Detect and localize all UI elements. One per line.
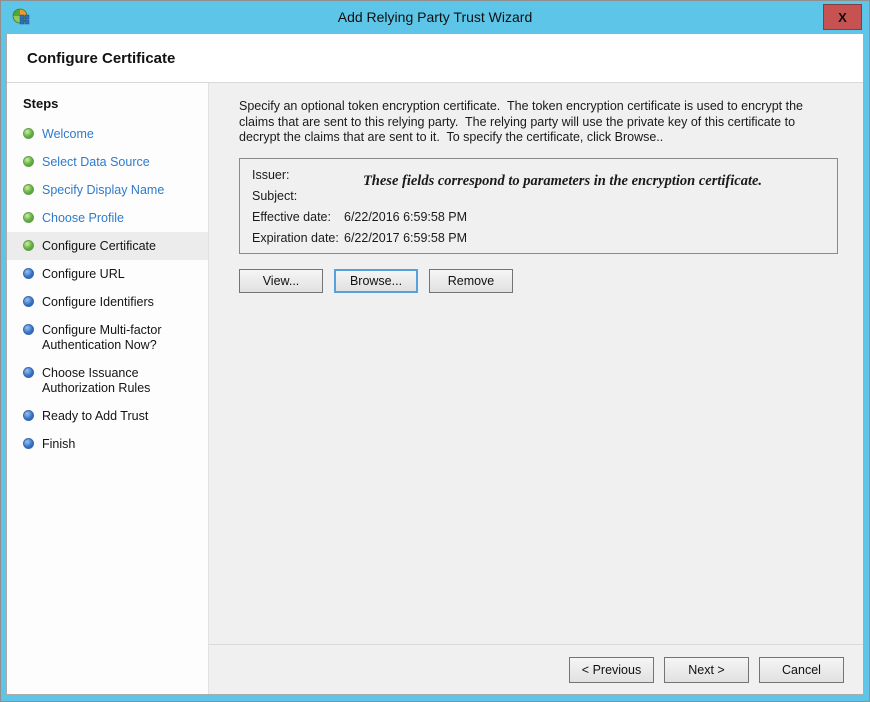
browse-button[interactable]: Browse... [334,269,418,293]
step-label: Configure Certificate [42,239,156,254]
steps-sidebar: Steps Welcome Select Data Source Specify D… [7,83,209,694]
certificate-field-effective-date: Effective date:6/22/2016 6:59:58 PM [252,207,829,228]
step-status-icon [23,240,34,251]
close-button[interactable]: X [823,4,862,30]
field-value: 6/22/2017 6:59:58 PM [344,231,829,245]
step-label: Select Data Source [42,155,150,170]
sidebar-step-configure-identifiers: Configure Identifiers [7,288,208,316]
step-label: Configure Multi-factor Authentication No… [42,323,202,353]
step-label: Specify Display Name [42,183,164,198]
annotation-text: These fields correspond to parameters in… [296,173,829,190]
main-panel: Specify an optional token encryption cer… [209,83,863,694]
sidebar-step-welcome[interactable]: Welcome [7,120,208,148]
remove-button[interactable]: Remove [429,269,513,293]
certificate-actions: View... Browse... Remove [239,269,843,293]
wizard-body: Configure Certificate Steps Welcome Selec… [6,33,864,695]
page-title: Configure Certificate [27,50,175,67]
cancel-button[interactable]: Cancel [759,657,844,683]
footer-bar: < Previous Next > Cancel [209,644,863,694]
step-label: Welcome [42,127,94,142]
sidebar-step-specify-display-name[interactable]: Specify Display Name [7,176,208,204]
sidebar-step-choose-issuance-authorization-rules: Choose Issuance Authorization Rules [7,359,208,402]
sidebar-step-finish: Finish [7,430,208,458]
step-status-icon [23,324,34,335]
step-label: Choose Issuance Authorization Rules [42,366,202,396]
sidebar-step-choose-profile[interactable]: Choose Profile [7,204,208,232]
step-status-icon [23,296,34,307]
sidebar-step-select-data-source[interactable]: Select Data Source [7,148,208,176]
field-label: Subject: [252,189,344,203]
page-content: Specify an optional token encryption cer… [209,83,863,644]
steps-list: Welcome Select Data Source Specify Display… [7,120,208,458]
page-header: Configure Certificate [7,34,863,83]
wizard-window: Add Relying Party Trust Wizard X Configu… [0,0,870,702]
sidebar-step-configure-url: Configure URL [7,260,208,288]
sidebar-step-configure-certificate: Configure Certificate [7,232,208,260]
step-status-icon [23,184,34,195]
close-icon: X [838,10,847,25]
step-status-icon [23,212,34,223]
sidebar-step-configure-multi-factor-authentication-now: Configure Multi-factor Authentication No… [7,316,208,359]
step-status-icon [23,156,34,167]
certificate-field-expiration-date: Expiration date:6/22/2017 6:59:58 PM [252,228,829,249]
sidebar-step-ready-to-add-trust: Ready to Add Trust [7,402,208,430]
step-status-icon [23,268,34,279]
step-status-icon [23,367,34,378]
view-button[interactable]: View... [239,269,323,293]
field-value: 6/22/2016 6:59:58 PM [344,210,829,224]
field-label: Effective date: [252,210,344,224]
window-title: Add Relying Party Trust Wizard [6,9,864,25]
step-status-icon [23,128,34,139]
step-status-icon [23,410,34,421]
step-status-icon [23,438,34,449]
step-label: Ready to Add Trust [42,409,148,424]
instruction-text: Specify an optional token encryption cer… [239,99,825,146]
steps-heading: Steps [7,92,208,120]
next-button[interactable]: Next > [664,657,749,683]
previous-button[interactable]: < Previous [569,657,654,683]
step-label: Finish [42,437,75,452]
step-label: Choose Profile [42,211,124,226]
certificate-details-box: Issuer:Subject:Effective date:6/22/2016 … [239,158,838,254]
step-label: Configure URL [42,267,125,282]
step-label: Configure Identifiers [42,295,154,310]
title-bar[interactable]: Add Relying Party Trust Wizard X [6,1,864,33]
field-label: Expiration date: [252,231,344,245]
adfs-app-icon [11,7,31,27]
